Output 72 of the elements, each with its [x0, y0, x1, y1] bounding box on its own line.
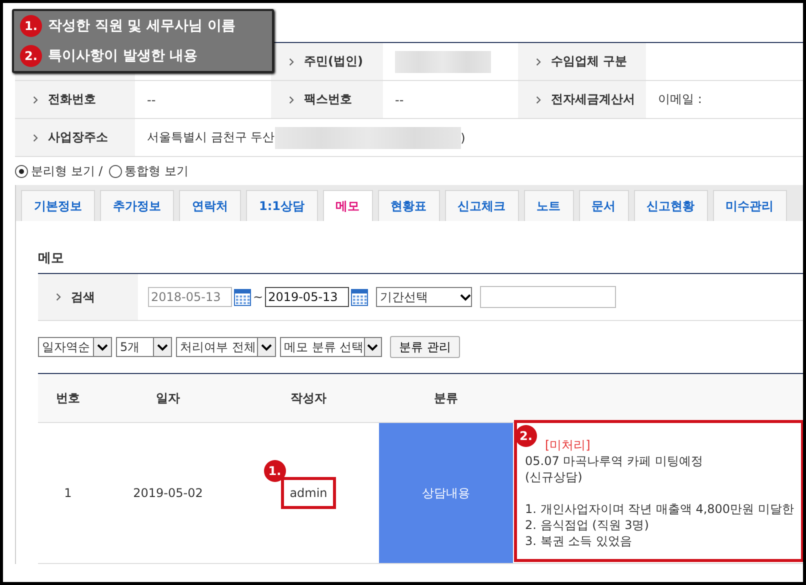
status-text: [미처리] — [544, 437, 592, 453]
memo-line: (신규상담) — [525, 469, 584, 485]
column-header: 일자 — [155, 390, 181, 406]
tab[interactable]: 1:1상담 — [246, 190, 318, 221]
filter-select[interactable]: 일자역순 — [38, 337, 112, 357]
tab[interactable]: 노트 — [524, 190, 574, 221]
tab[interactable]: 메모 — [322, 190, 372, 221]
radio-label[interactable]: 분리형 보기 / — [31, 162, 103, 180]
tab[interactable]: 신고현황 — [634, 190, 708, 221]
chevron-icon — [536, 58, 541, 66]
field-label: 검색 — [71, 288, 95, 306]
callout-text: 특이사항이 발생한 내용 — [48, 47, 198, 65]
table-cell-text: 1 — [63, 485, 73, 502]
column-header: 번호 — [55, 390, 81, 406]
tab[interactable]: 문서 — [578, 190, 628, 221]
column-header: 작성자 — [290, 390, 328, 406]
search-field[interactable] — [480, 286, 616, 308]
number-badge: 2. — [515, 425, 537, 447]
tab[interactable]: 미수관리 — [712, 190, 786, 221]
radio-label[interactable]: 통합형 보기 — [124, 162, 188, 180]
filter-select[interactable]: 메모 분류 선택 — [280, 337, 382, 357]
memo-line: 05.07 마곡나루역 카페 미팅예정 — [525, 453, 704, 469]
chevron-icon — [536, 96, 541, 104]
caret-icon — [460, 294, 472, 300]
radio-button[interactable] — [108, 164, 122, 178]
tab[interactable]: 기본정보 — [21, 190, 95, 221]
field-value: -- — [395, 92, 404, 106]
caret-icon — [261, 344, 272, 350]
field-label: 수임업체 구분 — [551, 53, 628, 70]
filter-select[interactable]: 5개 — [116, 337, 172, 357]
tab[interactable]: 추가정보 — [100, 190, 174, 221]
table-cell-text: 2019-05-02 — [132, 485, 204, 502]
calendar-icon[interactable] — [351, 288, 368, 306]
filter-select[interactable]: 처리여부 전체 — [176, 337, 276, 357]
category-cell: 상담내용 — [379, 423, 513, 563]
tab[interactable]: 연락처 — [179, 190, 241, 221]
field-label: 주민(법인) — [304, 53, 363, 70]
memo-line: 1. 개인사업자이며 작년 매출액 4,800만원 미달한 — [525, 501, 795, 517]
memo-line: 2. 음식점업 (직원 3명) — [525, 517, 650, 533]
field-value: 이메일 : — [658, 91, 702, 108]
number-badge: 1. — [264, 460, 286, 482]
field-value: ) — [460, 130, 466, 144]
memo-line: 3. 복권 소득 있었음 — [525, 533, 633, 549]
callout-text: 작성한 직원 및 세무사님 이름 — [48, 17, 236, 35]
range-separator: ~ — [253, 290, 264, 304]
period-select[interactable]: 기간선택 — [376, 287, 472, 307]
column-header: 분류 — [433, 390, 459, 406]
tab[interactable]: 신고체크 — [444, 190, 518, 221]
radio-button[interactable] — [15, 164, 28, 178]
field-value: 서울특별시 금천구 두산 — [147, 129, 275, 146]
field-label: 사업장주소 — [48, 129, 108, 146]
author-name: admin — [290, 486, 328, 500]
tab[interactable]: 현황표 — [378, 190, 440, 221]
chevron-icon — [33, 134, 38, 142]
calendar-icon[interactable] — [234, 288, 251, 306]
section-title: 메모 — [38, 250, 65, 268]
chevron-icon — [56, 293, 61, 301]
field-label: 전화번호 — [48, 91, 96, 108]
chevron-icon — [33, 96, 38, 104]
number-badge: 2. — [20, 45, 42, 67]
manage-button[interactable]: 분류 관리 — [390, 336, 460, 358]
caret-icon — [97, 344, 108, 350]
date-field[interactable]: 2019-05-13 — [265, 287, 350, 307]
field-label: 팩스번호 — [304, 91, 352, 108]
date-field[interactable]: 2018-05-13 — [148, 287, 232, 307]
number-badge: 1. — [20, 15, 42, 37]
field-value: -- — [147, 92, 156, 106]
chevron-icon — [289, 96, 294, 104]
caret-icon — [367, 344, 378, 350]
chevron-icon — [289, 58, 294, 66]
field-label: 전자세금계산서 — [551, 91, 635, 108]
caret-icon — [157, 344, 168, 350]
